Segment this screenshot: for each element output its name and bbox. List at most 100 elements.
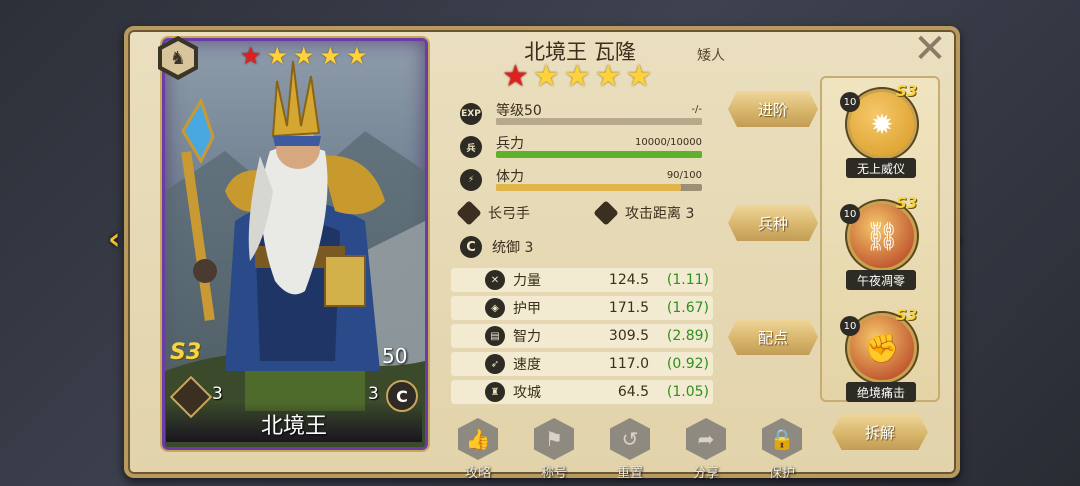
bottom-menu-3[interactable]: ↺ 重置 bbox=[600, 418, 660, 484]
bottom-menu-5[interactable]: 🔒 保护 bbox=[752, 418, 812, 484]
stat-name: 力量 bbox=[513, 273, 541, 289]
lock-icon[interactable]: 🔒 bbox=[762, 418, 802, 460]
stat-icon: ➶ bbox=[485, 354, 505, 374]
hero-star-rating: ★ ★ ★ ★ ★ bbox=[502, 62, 653, 92]
gold-star-icon: ★ bbox=[293, 42, 315, 70]
command-grade-badge: C bbox=[386, 380, 418, 412]
command-label: 统御 3 bbox=[492, 240, 534, 256]
archer-icon bbox=[456, 200, 482, 226]
attack-range-label: 攻击距离 3 bbox=[625, 206, 695, 222]
stat-name: 攻城 bbox=[513, 385, 541, 401]
red-star-icon: ★ bbox=[240, 42, 262, 70]
hero-race: 矮人 bbox=[697, 48, 725, 64]
stat-icon: ▤ bbox=[485, 326, 505, 346]
skill-name: 绝境痛击 bbox=[846, 382, 916, 402]
stat-row: ➶ 速度 117.0 (0.92) bbox=[451, 352, 713, 376]
title-flag-icon[interactable]: ⚑ bbox=[534, 418, 574, 460]
exp-icon: EXP bbox=[460, 103, 482, 125]
status-bar-fill bbox=[496, 151, 702, 158]
allocate-points-button[interactable]: 配点 bbox=[728, 319, 818, 355]
skill-season: S3 bbox=[896, 306, 918, 324]
stamina-icon: ⚡ bbox=[460, 169, 482, 191]
status-bar-value: -/- bbox=[691, 104, 702, 115]
reset-icon[interactable]: ↺ bbox=[610, 418, 650, 460]
bottom-menu-label: 保护 bbox=[768, 466, 795, 481]
card-star-rating: ★ ★ ★ ★ ★ bbox=[240, 43, 368, 69]
close-button[interactable]: ✕ bbox=[912, 29, 948, 69]
gold-star-icon: ★ bbox=[594, 59, 622, 94]
share-icon[interactable]: ➦ bbox=[686, 418, 726, 460]
bow-icon bbox=[169, 375, 213, 419]
bottom-menu-label: 攻略 bbox=[464, 466, 491, 481]
status-bar-label: 兵力 bbox=[496, 136, 524, 152]
gold-star-icon: ★ bbox=[563, 59, 591, 94]
skill-name: 午夜凋零 bbox=[846, 270, 916, 290]
stat-icon: ◈ bbox=[485, 298, 505, 318]
skill-level: 10 bbox=[840, 204, 860, 224]
bottom-menu-1[interactable]: 👍 攻略 bbox=[448, 418, 508, 484]
stat-row: ▤ 智力 309.5 (2.89) bbox=[451, 324, 713, 348]
stat-icon: ♜ bbox=[485, 382, 505, 402]
gold-star-icon: ★ bbox=[625, 59, 653, 94]
stat-name: 速度 bbox=[513, 357, 541, 373]
stat-growth: (1.11) bbox=[666, 272, 709, 288]
stat-value: 309.5 bbox=[608, 328, 649, 344]
troop-type-value: 3 bbox=[212, 384, 223, 404]
command-icon: C bbox=[460, 236, 482, 258]
troops-icon: 兵 bbox=[460, 136, 482, 158]
prev-hero-arrow[interactable]: ‹ bbox=[108, 222, 120, 257]
red-star-icon: ★ bbox=[502, 59, 529, 94]
troop-type-badge bbox=[169, 375, 213, 419]
stat-growth: (2.89) bbox=[666, 328, 709, 344]
bottom-menu-4[interactable]: ➦ 分享 bbox=[676, 418, 736, 484]
bottom-menu-label: 分享 bbox=[692, 466, 719, 481]
stat-growth: (0.92) bbox=[666, 356, 709, 372]
stat-growth: (1.67) bbox=[666, 300, 709, 316]
skill-level: 10 bbox=[840, 316, 860, 336]
hero-status-bars: EXP 等级50 -/- 兵兵力 10000/10000 ⚡ 体力 90/100 bbox=[460, 100, 710, 199]
season-label: S3 bbox=[170, 340, 202, 365]
dismantle-button[interactable]: 拆解 bbox=[832, 414, 928, 450]
skill-slot[interactable]: ⛓ 10 S3 午夜凋零 bbox=[840, 194, 924, 298]
status-bar-row: 兵兵力 10000/10000 bbox=[460, 133, 710, 166]
command-grade-value: 3 bbox=[368, 384, 379, 404]
advance-button[interactable]: 进阶 bbox=[728, 91, 818, 127]
command-grade-letter: C bbox=[396, 386, 408, 406]
stat-name: 智力 bbox=[513, 329, 541, 345]
gold-star-icon: ★ bbox=[532, 59, 560, 94]
range-icon bbox=[593, 200, 619, 226]
status-bar-track bbox=[496, 151, 702, 158]
troop-class-label: 长弓手 bbox=[488, 206, 530, 222]
stats-table: ✕ 力量 124.5 (1.11) ◈ 护甲 171.5 (1.67) ▤ 智力 309.5 (2.8… bbox=[451, 268, 713, 408]
stat-icon: ✕ bbox=[485, 270, 505, 290]
status-bar-fill bbox=[496, 118, 702, 125]
status-bar-track bbox=[496, 118, 702, 125]
stat-value: 124.5 bbox=[608, 272, 649, 288]
gold-star-icon: ★ bbox=[266, 42, 289, 70]
card-hero-name: 北境王 bbox=[260, 414, 327, 439]
status-bar-track bbox=[496, 184, 702, 191]
stat-row: ◈ 护甲 171.5 (1.67) bbox=[451, 296, 713, 320]
stat-row: ✕ 力量 124.5 (1.11) bbox=[451, 268, 713, 292]
troop-type-button[interactable]: 兵种 bbox=[728, 205, 818, 241]
skill-slot[interactable]: ✊ 10 S3 绝境痛击 bbox=[840, 306, 924, 410]
skill-slot[interactable]: ✹ 10 S3 无上威仪 bbox=[840, 82, 924, 186]
stat-value: 64.5 bbox=[617, 384, 649, 400]
gold-star-icon: ★ bbox=[346, 42, 368, 70]
status-bar-row: EXP 等级50 -/- bbox=[460, 100, 710, 133]
status-bar-label: 体力 bbox=[496, 169, 524, 185]
stat-value: 117.0 bbox=[608, 356, 649, 372]
hero-level-badge: 50 bbox=[382, 344, 408, 368]
bottom-menu-2[interactable]: ⚑ 称号 bbox=[524, 418, 584, 484]
skill-season: S3 bbox=[896, 194, 918, 212]
attribute-class: 长弓手 bbox=[456, 200, 530, 226]
skill-name: 无上威仪 bbox=[846, 158, 916, 178]
stat-value: 171.5 bbox=[608, 300, 649, 316]
skill-level: 10 bbox=[840, 92, 860, 112]
guide-icon[interactable]: 👍 bbox=[458, 418, 498, 460]
attribute-range: 攻击距离 3 bbox=[593, 200, 695, 226]
status-bar-row: ⚡ 体力 90/100 bbox=[460, 166, 710, 199]
stat-name: 护甲 bbox=[513, 301, 541, 317]
status-bar-value: 10000/10000 bbox=[635, 137, 702, 148]
status-bar-fill bbox=[496, 184, 682, 191]
